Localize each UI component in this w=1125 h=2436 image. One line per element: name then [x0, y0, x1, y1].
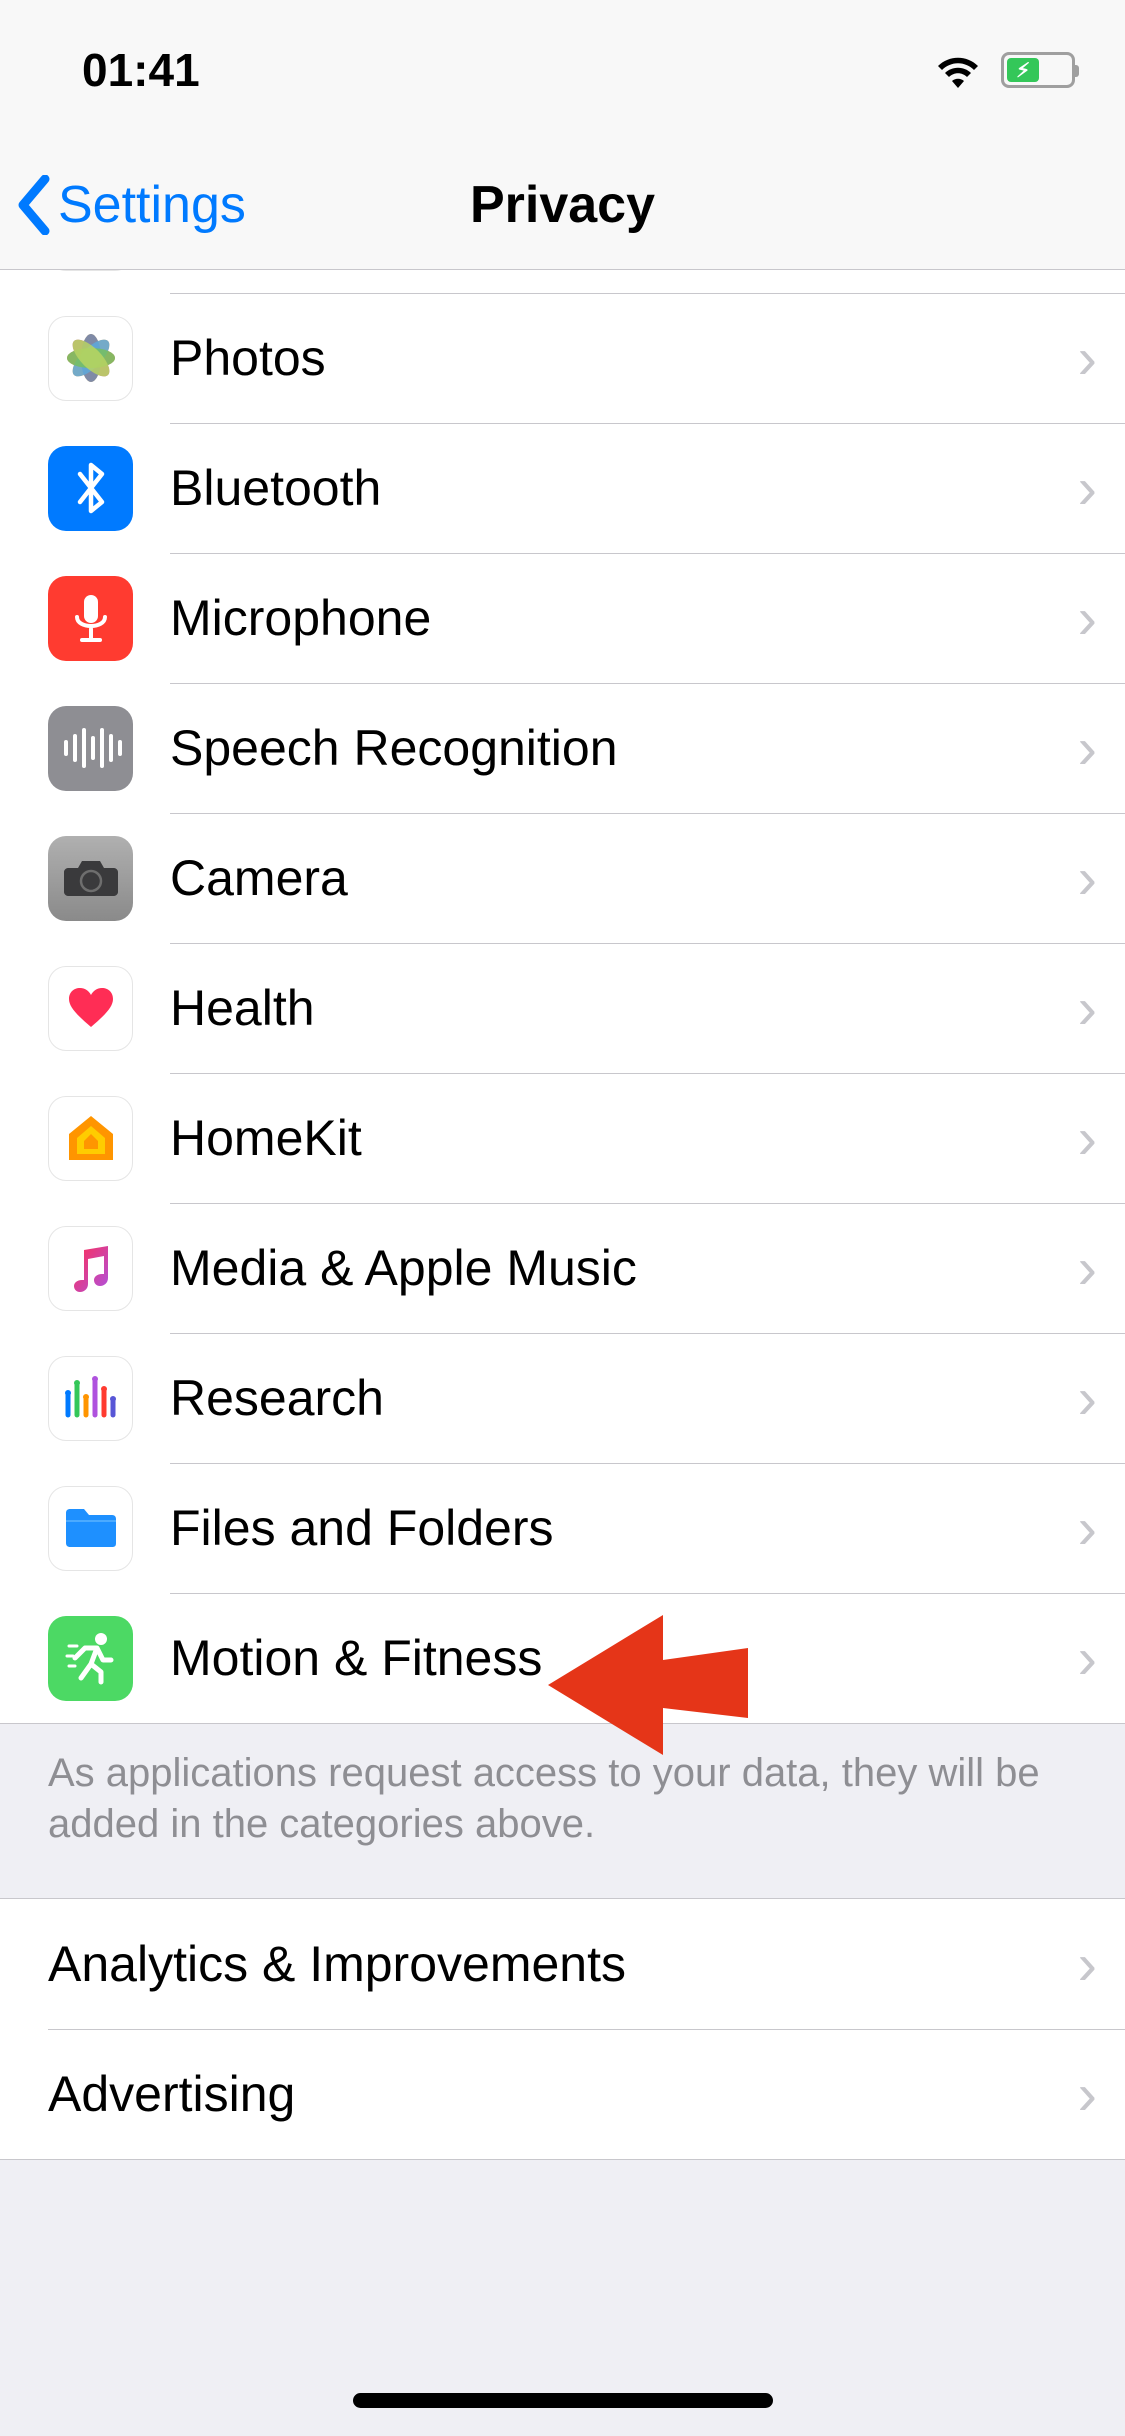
row-label: Speech Recognition — [170, 719, 1078, 777]
motion-icon — [48, 1616, 133, 1701]
row-health[interactable]: Health › — [0, 943, 1125, 1073]
row-label: Microphone — [170, 589, 1078, 647]
chevron-right-icon: › — [1078, 975, 1097, 1042]
homekit-icon — [48, 1096, 133, 1181]
chevron-right-icon: › — [1078, 715, 1097, 782]
music-icon — [48, 1226, 133, 1311]
folder-icon — [48, 1486, 133, 1571]
chevron-right-icon: › — [1078, 1105, 1097, 1172]
chevron-right-icon: › — [1078, 1625, 1097, 1692]
status-bar: 01:41 ⚡︎ — [0, 0, 1125, 140]
chevron-right-icon: › — [1078, 1495, 1097, 1562]
content[interactable]: Reminders › Photos › Bluetooth › Microph… — [0, 270, 1125, 2296]
row-photos[interactable]: Photos › — [0, 293, 1125, 423]
wifi-icon — [933, 52, 983, 88]
status-time: 01:41 — [82, 43, 200, 97]
row-label: Files and Folders — [170, 1499, 1078, 1557]
row-microphone[interactable]: Microphone › — [0, 553, 1125, 683]
health-icon — [48, 966, 133, 1051]
row-media[interactable]: Media & Apple Music › — [0, 1203, 1125, 1333]
row-label: Camera — [170, 849, 1078, 907]
row-camera[interactable]: Camera › — [0, 813, 1125, 943]
row-advertising[interactable]: Advertising › — [0, 2029, 1125, 2159]
row-label: Media & Apple Music — [170, 1239, 1078, 1297]
row-reminders[interactable]: Reminders › — [0, 270, 1125, 293]
nav-bar: Settings Privacy — [0, 140, 1125, 270]
research-icon — [48, 1356, 133, 1441]
speech-icon — [48, 706, 133, 791]
row-homekit[interactable]: HomeKit › — [0, 1073, 1125, 1203]
chevron-right-icon: › — [1078, 585, 1097, 652]
status-right: ⚡︎ — [933, 52, 1075, 88]
row-analytics[interactable]: Analytics & Improvements › — [0, 1899, 1125, 2029]
chevron-right-icon: › — [1078, 1235, 1097, 1302]
row-files[interactable]: Files and Folders › — [0, 1463, 1125, 1593]
chevron-right-icon: › — [1078, 845, 1097, 912]
row-label: HomeKit — [170, 1109, 1078, 1167]
row-label: Photos — [170, 329, 1078, 387]
microphone-icon — [48, 576, 133, 661]
bluetooth-icon — [48, 446, 133, 531]
row-label: Analytics & Improvements — [48, 1935, 1078, 1993]
row-label: Advertising — [48, 2065, 1078, 2123]
row-research[interactable]: Research › — [0, 1333, 1125, 1463]
row-label: Motion & Fitness — [170, 1629, 1078, 1687]
chevron-left-icon — [14, 175, 52, 235]
chevron-right-icon: › — [1078, 1365, 1097, 1432]
row-label: Research — [170, 1369, 1078, 1427]
charging-icon: ⚡︎ — [1016, 58, 1030, 83]
photos-icon — [48, 316, 133, 401]
row-speech[interactable]: Speech Recognition › — [0, 683, 1125, 813]
chevron-right-icon: › — [1078, 455, 1097, 522]
chevron-right-icon: › — [1078, 325, 1097, 392]
chevron-right-icon: › — [1078, 2061, 1097, 2128]
back-button[interactable]: Settings — [14, 175, 246, 235]
row-label: Bluetooth — [170, 459, 1078, 517]
reminders-icon — [48, 270, 133, 271]
row-label: Health — [170, 979, 1078, 1037]
camera-icon — [48, 836, 133, 921]
chevron-right-icon: › — [1078, 1931, 1097, 1998]
row-bluetooth[interactable]: Bluetooth › — [0, 423, 1125, 553]
battery-icon: ⚡︎ — [1001, 52, 1075, 88]
section-footer: As applications request access to your d… — [0, 1724, 1125, 1898]
home-indicator[interactable] — [353, 2393, 773, 2408]
row-motion[interactable]: Motion & Fitness › — [0, 1593, 1125, 1723]
back-label: Settings — [58, 175, 246, 235]
